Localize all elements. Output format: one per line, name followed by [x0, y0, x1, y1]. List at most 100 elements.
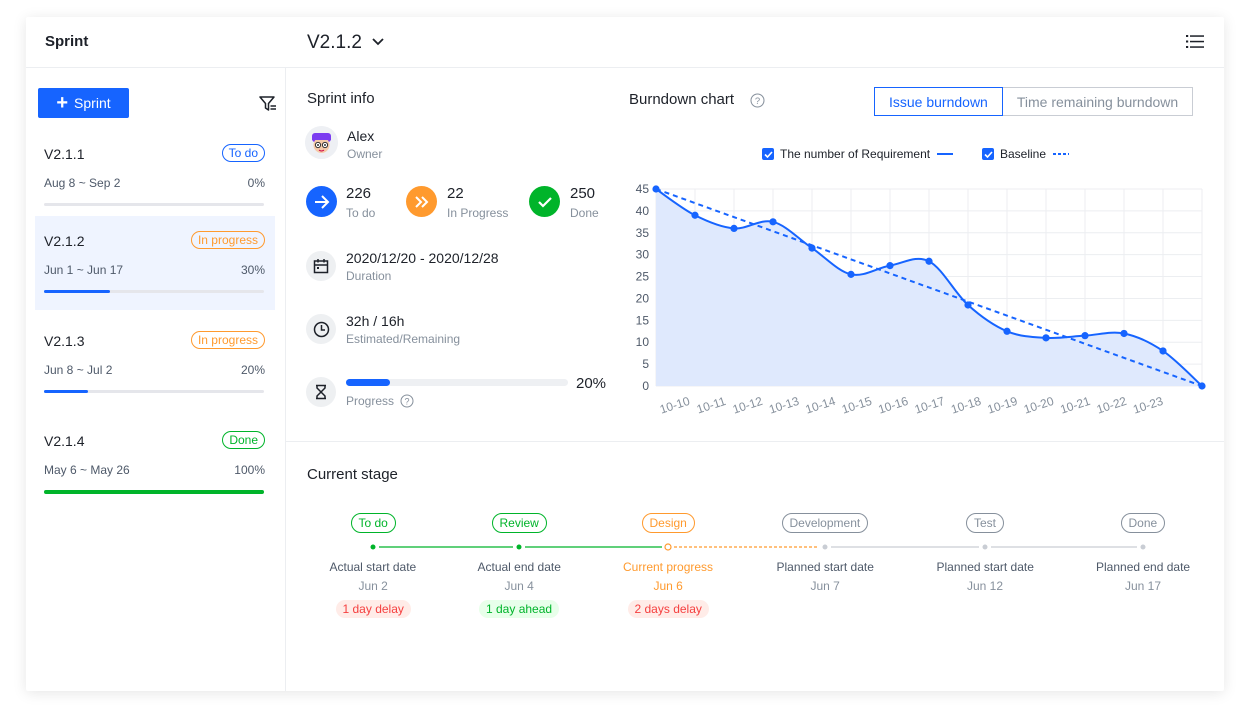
burndown-chart: 05101520253035404510-10 10-11 10-12 10-13 10… — [636, 182, 1206, 417]
chevron-down-icon[interactable] — [372, 38, 384, 46]
legend-baseline[interactable]: Baseline — [982, 147, 1071, 161]
list-view-icon[interactable] — [1186, 34, 1204, 49]
stage-label: Planned start date — [936, 560, 1034, 574]
sprint-list-item[interactable]: V2.1.3 In progress Jun 8 ~ Jul 2 20% — [35, 316, 275, 410]
sprint-progress-track — [44, 290, 264, 293]
owner-name: Alex — [347, 128, 375, 144]
stage-dot — [982, 544, 988, 550]
stage-badge: Done — [1120, 513, 1166, 533]
sprint-dates: Jun 8 ~ Jul 2 — [44, 363, 113, 377]
filter-icon[interactable] — [259, 95, 277, 113]
stage-dot — [516, 544, 522, 550]
x-tick-label: 10-23 — [1131, 394, 1165, 417]
x-tick-label: 10-15 — [840, 394, 874, 417]
checkbox-checked-icon[interactable] — [762, 148, 774, 160]
sprint-info-title: Sprint info — [307, 90, 375, 107]
x-tick-label: 10-11 — [695, 394, 728, 417]
sprint-sidebar: + Sprint V2.1.1 To do Aug 8 ~ Sep 2 0% V2.1.… — [26, 67, 286, 691]
x-tick-label: 10-12 — [731, 394, 765, 417]
stat-done-value: 250 — [570, 185, 596, 202]
stage-dot — [1140, 544, 1146, 550]
sprint-progress-fill — [44, 290, 110, 293]
y-tick-label: 15 — [636, 313, 650, 327]
stat-done — [529, 186, 560, 217]
stage-dot — [664, 543, 672, 551]
stage-date: Jun 4 — [504, 579, 534, 593]
plus-icon: + — [56, 92, 69, 114]
tab-issue-burndown[interactable]: Issue burndown — [874, 87, 1003, 116]
sprint-progress-fill — [44, 390, 88, 393]
x-tick-label: 10-22 — [1095, 394, 1129, 417]
sprint-list-item[interactable]: V2.1.2 In progress Jun 1 ~ Jun 17 30% — [35, 216, 275, 310]
sprint-name: V2.1.1 — [44, 146, 85, 162]
stat-todo-label: To do — [346, 206, 376, 220]
y-tick-label: 45 — [636, 182, 650, 196]
y-tick-label: 20 — [636, 291, 650, 305]
data-point — [691, 211, 699, 219]
svg-text:?: ? — [755, 96, 760, 107]
legend-requirement[interactable]: The number of Requirement — [762, 147, 955, 161]
stage-dot — [822, 544, 828, 550]
y-tick-label: 30 — [636, 248, 650, 262]
x-tick-label: 10-21 — [1058, 394, 1092, 417]
stage-date: Jun 7 — [810, 579, 840, 593]
delay-tag: 1 day ahead — [479, 600, 560, 618]
data-point — [964, 301, 972, 309]
stage-label: Current progress — [623, 560, 714, 574]
data-point — [925, 257, 933, 265]
stage-label: Planned end date — [1096, 560, 1191, 574]
sprint-list-item[interactable]: V2.1.4 Done May 6 ~ May 26 100% — [35, 416, 275, 510]
checkbox-checked-icon[interactable] — [982, 148, 994, 160]
x-tick-label: 10-14 — [804, 394, 838, 417]
burndown-help-icon[interactable]: ? — [750, 93, 765, 108]
sprint-name: V2.1.4 — [44, 433, 85, 449]
stage-dot — [370, 544, 376, 550]
section-divider — [286, 441, 1224, 442]
data-point — [1120, 329, 1128, 338]
x-tick-label: 10-18 — [949, 394, 983, 417]
data-point — [1159, 347, 1167, 355]
x-tick-label: 10-16 — [876, 394, 910, 417]
status-badge: Done — [222, 431, 265, 449]
status-badge: To do — [221, 144, 265, 162]
tab-time-remaining-burndown[interactable]: Time remaining burndown — [1002, 87, 1194, 116]
data-point — [1081, 332, 1089, 340]
status-badge: In progress — [190, 231, 265, 249]
clock-icon — [306, 314, 336, 344]
legend-requirement-label: The number of Requirement — [780, 147, 931, 161]
sprint-progress-track — [44, 490, 264, 494]
sprint-progress-track — [346, 379, 568, 386]
data-point — [1003, 327, 1011, 335]
sprint-progress-track — [44, 203, 264, 206]
stage-badge: To do — [350, 513, 396, 533]
current-stage-title: Current stage — [307, 466, 398, 483]
hourglass-icon — [306, 377, 336, 407]
add-sprint-button[interactable]: + Sprint — [38, 88, 129, 118]
y-tick-label: 10 — [636, 335, 650, 349]
data-point — [1198, 382, 1206, 390]
stat-todo-value: 226 — [346, 185, 372, 202]
sprint-list-item[interactable]: V2.1.1 To do Aug 8 ~ Sep 2 0% — [35, 129, 275, 223]
y-tick-label: 40 — [636, 204, 650, 218]
sprint-dates: May 6 ~ May 26 — [44, 463, 130, 477]
data-point — [847, 270, 855, 278]
legend-solid-line-icon — [937, 153, 954, 155]
y-tick-label: 5 — [642, 357, 649, 371]
legend-dashed-line-icon — [1053, 153, 1070, 155]
stage-badge: Design — [641, 513, 695, 533]
add-sprint-label: Sprint — [74, 95, 111, 111]
data-point — [652, 185, 660, 193]
stat-inprogress-value: 22 — [447, 185, 464, 202]
time-value: 32h / 16h — [346, 313, 405, 329]
stage-date: Jun 12 — [967, 579, 1004, 593]
stat-todo — [306, 186, 337, 217]
x-tick-label: 10-19 — [986, 394, 1020, 417]
y-tick-label: 0 — [642, 379, 649, 393]
sprint-percent: 0% — [247, 176, 265, 190]
help-icon[interactable]: ? — [400, 394, 414, 408]
sprint-dashboard-card: Sprint V2.1.2 + Sprint V2.1.1 To do Aug 8 … — [26, 17, 1224, 691]
svg-text:?: ? — [404, 397, 409, 407]
sprint-percent: 100% — [234, 463, 265, 477]
version-selector-label[interactable]: V2.1.2 — [307, 32, 362, 54]
stage-badge: Review — [491, 513, 547, 533]
